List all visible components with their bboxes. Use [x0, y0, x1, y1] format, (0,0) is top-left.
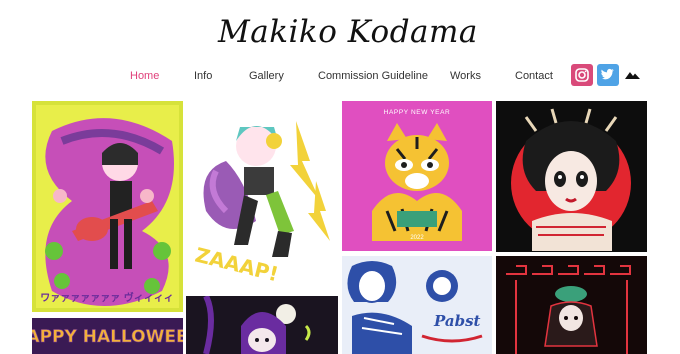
- nav-gallery[interactable]: Gallery: [249, 70, 284, 82]
- gallery-item-dark-girl[interactable]: [186, 296, 338, 354]
- gallery-item-neon-samurai[interactable]: [496, 256, 647, 354]
- instagram-icon[interactable]: [571, 64, 593, 86]
- nav-info[interactable]: Info: [194, 70, 212, 82]
- nav-works[interactable]: Works: [450, 70, 481, 82]
- gallery-item-halloween[interactable]: HAPPY HALLOWEEN: [32, 318, 183, 354]
- nav-commission-guideline[interactable]: Commission Guideline: [318, 70, 428, 82]
- gallery-item-new-year-tiger[interactable]: HAPPY NEW YEAR 2022: [342, 101, 492, 251]
- gallery-item-zaaap[interactable]: ZAAAP!: [186, 101, 338, 293]
- new-year-year: 2022: [410, 235, 424, 241]
- site-logo[interactable]: Makiko Kodama: [218, 8, 477, 56]
- twitter-icon[interactable]: [597, 64, 619, 86]
- gallery-item-guitar-girl[interactable]: ワァァァァァァァ ヴィィィィ: [32, 101, 183, 312]
- mountain-icon[interactable]: [624, 64, 642, 86]
- new-year-title: HAPPY NEW YEAR: [384, 109, 451, 116]
- guitar-art-text: ワァァァァァァァ ヴィィィィ: [40, 291, 173, 304]
- halloween-art-text: HAPPY HALLOWEEN: [32, 327, 183, 347]
- gallery-item-pabst[interactable]: Pabst: [342, 256, 492, 354]
- gallery-item-geisha[interactable]: [496, 101, 647, 252]
- brand-name: Makiko Kodama: [218, 14, 478, 50]
- nav-contact[interactable]: Contact: [515, 70, 553, 82]
- nav-home[interactable]: Home: [130, 70, 159, 82]
- pabst-art-text: Pabst: [433, 312, 481, 330]
